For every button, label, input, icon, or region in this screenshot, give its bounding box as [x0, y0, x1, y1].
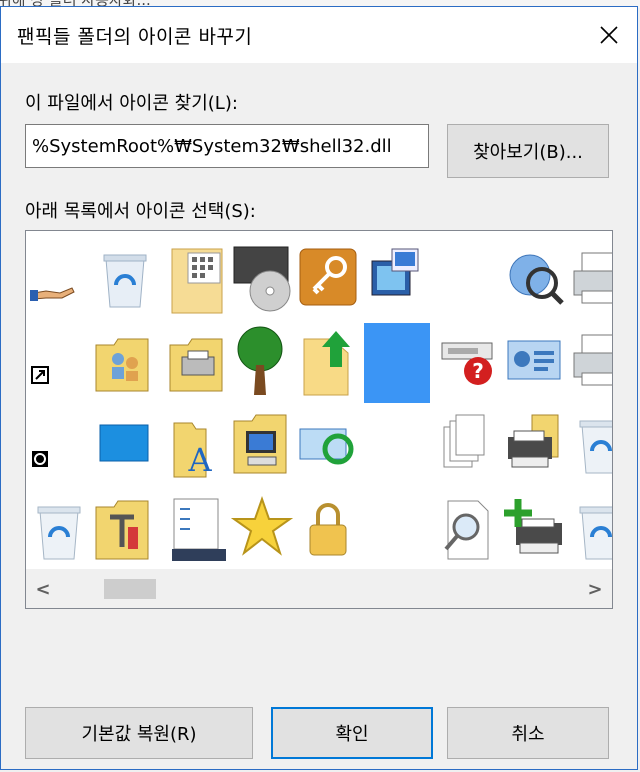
icon-cell[interactable] — [364, 493, 430, 573]
recycle-bin-icon — [579, 420, 612, 474]
horizontal-scrollbar[interactable]: < > — [26, 569, 612, 608]
icon-cell[interactable] — [436, 493, 502, 573]
printer-icon — [573, 334, 612, 386]
recycle-bin-icon — [579, 506, 612, 560]
calculator-grid-icon — [171, 248, 223, 314]
close-button[interactable] — [581, 7, 637, 63]
icon-cell[interactable] — [166, 241, 232, 321]
folder-printer-icon — [169, 338, 223, 392]
restore-default-button[interactable]: 기본값 복원(R) — [25, 707, 253, 759]
control-panel-icon — [507, 340, 561, 380]
icon-cell[interactable]: A — [166, 407, 232, 487]
close-icon — [600, 26, 618, 44]
icon-cell[interactable] — [26, 323, 92, 403]
svg-text:A: A — [187, 441, 212, 479]
icon-cell-selected[interactable] — [364, 323, 430, 403]
icon-cell[interactable] — [568, 241, 612, 321]
select-icon-label: 아래 목록에서 아이콘 선택(S): — [25, 201, 256, 222]
sync-monitor-icon — [299, 428, 354, 465]
icon-cell[interactable] — [364, 407, 430, 487]
icon-cell[interactable] — [92, 323, 158, 403]
icon-cell[interactable] — [568, 493, 612, 573]
empty-icon — [364, 493, 428, 569]
shortcut-arrow-icon — [31, 366, 49, 384]
tree-icon — [237, 326, 283, 395]
icon-cell[interactable] — [26, 493, 92, 573]
scroll-left-button[interactable]: < — [26, 569, 60, 608]
icon-cell[interactable] — [436, 407, 502, 487]
icon-file-path-input[interactable] — [25, 124, 429, 168]
icon-cell[interactable]: ? — [436, 323, 502, 403]
printer-folder-icon — [508, 414, 559, 468]
recycle-bin-full-icon — [103, 254, 147, 308]
desktop-icon — [99, 424, 149, 462]
icon-cell[interactable] — [296, 323, 362, 403]
icon-cell[interactable] — [230, 323, 296, 403]
icon-cell[interactable] — [92, 493, 158, 573]
change-icon-dialog: 팬픽들 폴더의 아이콘 바꾸기 이 파일에서 아이콘 찾기(L): 찾아보기(B… — [0, 6, 638, 770]
search-document-icon — [444, 500, 489, 560]
icon-cell[interactable] — [568, 407, 612, 487]
folder-computer-icon — [233, 414, 287, 474]
fonts-folder-icon: A — [173, 422, 212, 479]
svg-text:?: ? — [472, 359, 484, 383]
icon-list[interactable]: ? A < > — [25, 230, 613, 609]
icon-cell[interactable] — [296, 493, 362, 573]
find-icons-label: 이 파일에서 아이콘 찾기(L): — [25, 93, 238, 114]
network-screen-icon — [371, 248, 419, 296]
key-icon — [299, 248, 357, 306]
icon-cell[interactable] — [436, 241, 502, 321]
add-printer-icon — [504, 499, 562, 554]
icon-cell[interactable] — [296, 241, 362, 321]
icon-cell[interactable] — [92, 241, 158, 321]
chevron-left-icon: < — [35, 578, 51, 600]
icon-cell[interactable] — [502, 323, 568, 403]
network-error-icon: ? — [441, 342, 493, 385]
folder-upload-icon — [303, 331, 350, 396]
icon-cell[interactable] — [502, 241, 568, 321]
clock-overlay-icon — [32, 451, 48, 467]
ok-button[interactable]: 확인 — [271, 707, 433, 759]
search-globe-icon — [509, 254, 564, 305]
icon-cell[interactable] — [166, 493, 232, 573]
scrollbar-thumb[interactable] — [104, 579, 156, 599]
empty-icon — [436, 241, 500, 317]
cd-drive-icon — [233, 246, 291, 312]
icon-cell[interactable] — [26, 241, 92, 321]
documents-stack-icon — [443, 414, 485, 468]
empty-icon — [364, 407, 428, 483]
folder-tools-icon — [95, 500, 149, 560]
icon-cell[interactable] — [364, 241, 430, 321]
icon-cell[interactable] — [230, 493, 296, 573]
title-bar[interactable]: 팬픽들 폴더의 아이콘 바꾸기 — [1, 7, 637, 63]
icon-cell[interactable] — [502, 407, 568, 487]
cancel-button[interactable]: 취소 — [447, 707, 609, 759]
dialog-title: 팬픽들 폴더의 아이콘 바꾸기 — [17, 26, 253, 48]
selected-blank-icon — [364, 323, 428, 399]
folder-people-icon — [95, 338, 149, 392]
checklist-icon — [172, 498, 226, 561]
star-icon — [230, 495, 294, 556]
chevron-right-icon: > — [587, 578, 603, 600]
browse-button[interactable]: 찾아보기(B)... — [447, 124, 609, 178]
icon-cell[interactable] — [92, 407, 158, 487]
scroll-right-button[interactable]: > — [578, 569, 612, 608]
icon-cell[interactable] — [26, 407, 92, 487]
icon-cell[interactable] — [230, 407, 296, 487]
printer-icon — [573, 252, 612, 304]
lock-icon — [309, 503, 347, 556]
icon-cell[interactable] — [568, 323, 612, 403]
icon-cell[interactable] — [296, 407, 362, 487]
recycle-bin-icon — [37, 506, 81, 560]
icon-cell[interactable] — [166, 323, 232, 403]
hand-share-icon — [30, 287, 75, 301]
icon-cell[interactable] — [230, 241, 296, 321]
icon-cell[interactable] — [502, 493, 568, 573]
